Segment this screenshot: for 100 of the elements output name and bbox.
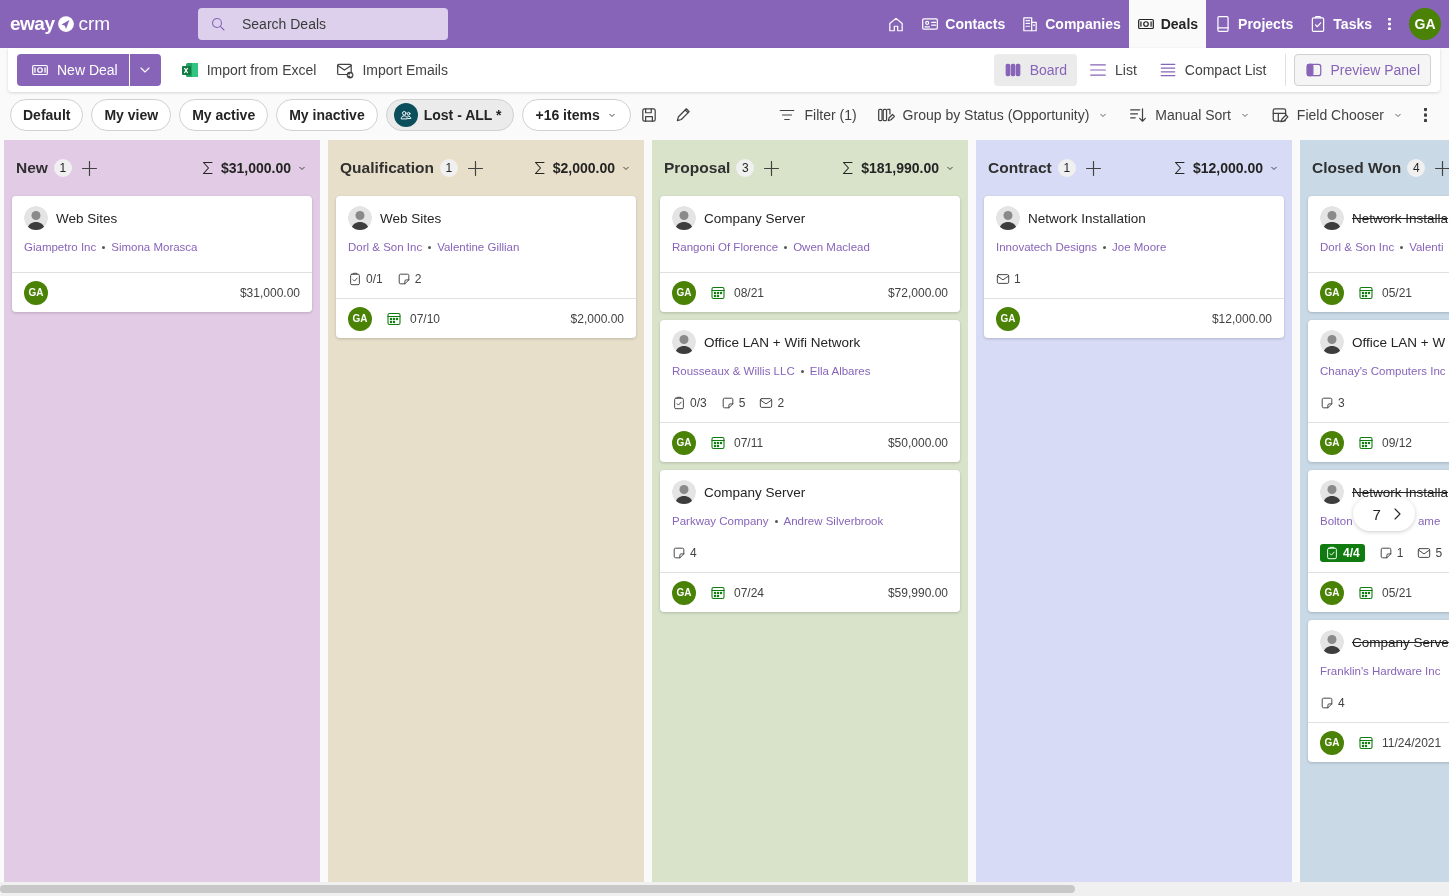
horizontal-scrollbar[interactable] bbox=[0, 885, 1075, 893]
more-button[interactable] bbox=[1424, 108, 1427, 122]
contact-link[interactable]: Owen Maclead bbox=[793, 241, 870, 253]
deal-card[interactable]: Company Server Rangoni Of Florence Owen Maclead GA 08/21 $72,000.00 bbox=[660, 196, 960, 312]
due-date: 09/12 bbox=[1382, 435, 1413, 450]
view-tab[interactable]: Board bbox=[993, 54, 1077, 86]
deal-card[interactable]: Network Installa Dorl & Son Inc Valenti GA 05/21 bbox=[1308, 196, 1449, 312]
contact-link[interactable]: Ella Albares bbox=[809, 365, 871, 377]
card-title: Web Sites bbox=[380, 210, 442, 226]
add-button[interactable] bbox=[467, 160, 483, 176]
deal-card[interactable]: Office LAN + W Chanay's Computers Inc 3 GA 09/12 bbox=[1308, 320, 1449, 462]
import-excel-button[interactable]: Import from Excel bbox=[180, 61, 317, 79]
deal-card[interactable]: Network Installation Innovatech Designs Joe Moore 1 GA $12,000.00 bbox=[984, 196, 1284, 338]
sum-dropdown[interactable]: $31,000.00 bbox=[199, 160, 308, 176]
envelope-icon bbox=[759, 396, 774, 410]
contact-link[interactable]: ame bbox=[1417, 515, 1441, 527]
contact-link[interactable]: Andrew Silverbrook bbox=[783, 515, 884, 527]
deal-card[interactable]: Company Server Parkway Company Andrew Silverbrook 4 GA 07/24 $59,990.00 bbox=[660, 470, 960, 612]
deal-amount: $31,000.00 bbox=[239, 285, 300, 300]
view-chip[interactable]: +16 items bbox=[522, 99, 631, 131]
search-field[interactable]: Search Deals bbox=[198, 8, 448, 40]
contact-link[interactable]: Joe Moore bbox=[1112, 241, 1167, 253]
deal-card[interactable]: Web Sites Dorl & Son Inc Valentine Gillian 0/1 2 GA 07/10 $2,000.00 bbox=[336, 196, 636, 338]
view-chip[interactable]: Default bbox=[10, 99, 84, 131]
sum-dropdown[interactable]: $181,990.00 bbox=[840, 160, 956, 176]
column-title: Contract bbox=[988, 159, 1052, 177]
import-emails-button[interactable]: Import Emails bbox=[336, 61, 448, 79]
due-date: 08/21 bbox=[734, 285, 765, 300]
sum-dropdown[interactable]: $12,000.00 bbox=[1171, 160, 1280, 176]
deal-card[interactable]: Company Serve Franklin's Hardware Inc 4 GA 11/24/2021 bbox=[1308, 620, 1449, 762]
group-by-button[interactable]: Group by Status (Opportunity) bbox=[876, 106, 1110, 124]
nav-tab[interactable]: Tasks bbox=[1301, 0, 1380, 48]
search-icon bbox=[210, 16, 226, 32]
contact-link[interactable]: Simona Morasca bbox=[111, 241, 198, 253]
nav-tab[interactable]: Contacts bbox=[913, 0, 1014, 48]
id-card-icon bbox=[921, 15, 940, 33]
view-tab[interactable]: Compact List bbox=[1148, 54, 1277, 86]
card-title: Network Installation bbox=[1028, 210, 1146, 226]
deal-card[interactable]: Office LAN + Wifi Network Rousseaux & Willis LLC Ella Albares 0/3 5 2 GA 07/11 $50,000.00 bbox=[660, 320, 960, 462]
note-icon bbox=[396, 272, 411, 286]
plus-icon bbox=[81, 160, 97, 176]
plus-icon bbox=[1085, 160, 1101, 176]
owner-avatar: GA bbox=[24, 280, 48, 305]
user-avatar[interactable]: GA bbox=[1409, 8, 1441, 40]
deal-amount: $2,000.00 bbox=[570, 311, 624, 326]
view-chip[interactable]: My active bbox=[179, 99, 269, 131]
company-link[interactable]: Franklin's Hardware Inc bbox=[1320, 665, 1441, 677]
company-link[interactable]: Bolton bbox=[1320, 515, 1353, 527]
view-chip[interactable]: Lost - ALL * bbox=[385, 99, 515, 131]
add-button[interactable] bbox=[1085, 160, 1101, 176]
company-link[interactable]: Parkway Company bbox=[672, 515, 769, 527]
field-chooser-button[interactable]: Field Chooser bbox=[1270, 106, 1404, 124]
plus-icon bbox=[1435, 160, 1449, 176]
calendar-icon bbox=[1358, 584, 1374, 601]
owner-avatar: GA bbox=[996, 306, 1020, 331]
view-chip[interactable]: My inactive bbox=[276, 99, 378, 131]
contact-link[interactable]: Valenti bbox=[1409, 241, 1444, 253]
company-link[interactable]: Chanay's Computers Inc bbox=[1320, 365, 1446, 377]
more-icon bbox=[1388, 18, 1391, 30]
company-link[interactable]: Rousseaux & Willis LLC bbox=[672, 365, 795, 377]
card-title: Web Sites bbox=[56, 210, 118, 226]
company-link[interactable]: Dorl & Son Inc bbox=[348, 241, 423, 253]
card-title: Company Server bbox=[704, 210, 806, 226]
filter-button[interactable]: Filter (1) bbox=[778, 106, 857, 124]
deal-amount: $12,000.00 bbox=[1211, 311, 1272, 326]
task-count: 0/1 bbox=[348, 272, 383, 286]
owner-avatar: GA bbox=[1320, 580, 1344, 605]
nav-tab[interactable]: Projects bbox=[1206, 0, 1302, 48]
column-title: New bbox=[16, 159, 48, 177]
contact-link[interactable]: Valentine Gillian bbox=[437, 241, 520, 253]
calendar-icon bbox=[1358, 434, 1374, 451]
owner-avatar: GA bbox=[672, 430, 696, 455]
preview-panel-button[interactable]: Preview Panel bbox=[1293, 54, 1431, 86]
company-link[interactable]: Giampetro Inc bbox=[24, 241, 97, 253]
nav-tab[interactable]: Companies bbox=[1013, 0, 1129, 48]
count-badge: 1 bbox=[1057, 159, 1076, 177]
add-button[interactable] bbox=[1435, 160, 1449, 176]
deal-card[interactable]: Web Sites Giampetro Inc Simona Morasca GA $31,000.00 bbox=[12, 196, 312, 312]
count-badge: 1 bbox=[439, 159, 458, 177]
add-button[interactable] bbox=[81, 160, 97, 176]
page-button[interactable]: 7 bbox=[1352, 497, 1415, 531]
nav-tab[interactable]: Deals bbox=[1128, 0, 1207, 48]
company-link[interactable]: Rangoni Of Florence bbox=[672, 241, 779, 253]
company-link[interactable]: Innovatech Designs bbox=[996, 241, 1097, 253]
compact-list-icon bbox=[1158, 61, 1177, 79]
owner-avatar: GA bbox=[1320, 430, 1344, 455]
sort-button[interactable]: Manual Sort bbox=[1129, 106, 1251, 124]
deal-card[interactable]: Network Installa Bolton 7 ame 4/4 1 5 GA 05/21 bbox=[1308, 470, 1449, 612]
calendar-icon bbox=[1358, 734, 1374, 751]
company-link[interactable]: Dorl & Son Inc bbox=[1320, 241, 1395, 253]
count-badge: 4 bbox=[1407, 159, 1426, 177]
due-date: 05/21 bbox=[1382, 285, 1413, 300]
note-count: 4 bbox=[1320, 696, 1345, 710]
view-tab[interactable]: List bbox=[1079, 54, 1147, 86]
due-date: 07/10 bbox=[410, 311, 441, 326]
view-chip[interactable]: My view bbox=[91, 99, 172, 131]
add-button[interactable] bbox=[764, 160, 780, 176]
note-icon bbox=[672, 546, 686, 560]
count-badge: 3 bbox=[736, 159, 755, 177]
sum-dropdown[interactable]: $2,000.00 bbox=[531, 160, 632, 176]
